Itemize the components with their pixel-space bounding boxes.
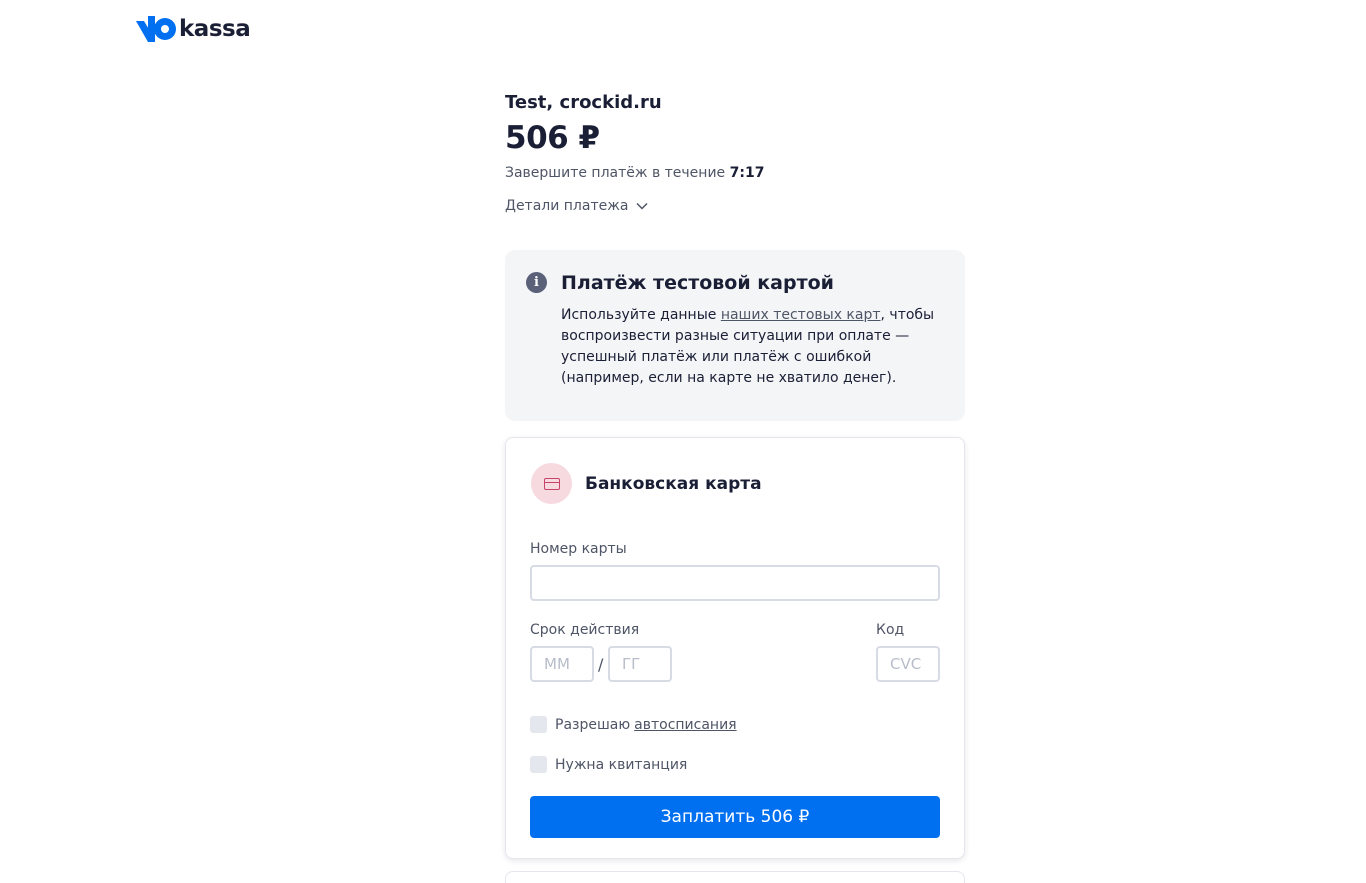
notice-body: Используйте данные наших тестовых карт, …: [561, 305, 951, 389]
cvc-label: Код: [876, 622, 905, 638]
payment-details-toggle[interactable]: Детали платежа: [505, 198, 648, 214]
receipt-checkbox-row[interactable]: Нужна квитанция: [530, 756, 687, 773]
expiry-separator: /: [598, 655, 604, 674]
notice-title: Платёж тестовой картой: [561, 272, 834, 294]
cvc-input[interactable]: [876, 646, 940, 682]
payment-amount: 506 ₽: [505, 120, 600, 156]
merchant-name: Test, crockid.ru: [505, 92, 662, 113]
pay-button[interactable]: Заплатить 506 ₽: [530, 796, 940, 838]
autopay-checkbox-row[interactable]: Разрешаю автосписания: [530, 716, 737, 733]
payment-timer: Завершите платёж в течение 7:17: [505, 165, 764, 181]
receipt-checkbox[interactable]: [530, 756, 547, 773]
test-cards-link[interactable]: наших тестовых карт: [721, 307, 881, 323]
chevron-down-icon: [636, 202, 648, 210]
autopay-label: Разрешаю: [555, 716, 631, 733]
payment-details-label: Детали платежа: [505, 198, 629, 214]
notice-text-start: Используйте данные: [561, 307, 721, 323]
card-number-input[interactable]: [530, 565, 940, 601]
receipt-label: Нужна квитанция: [555, 756, 688, 773]
credit-card-icon: [543, 477, 560, 490]
payment-method-icon: [531, 463, 572, 504]
expiry-year-input[interactable]: [608, 646, 672, 682]
expiry-month-input[interactable]: [530, 646, 594, 682]
card-number-label: Номер карты: [530, 541, 627, 557]
timer-value: 7:17: [729, 165, 765, 181]
logo: kassa: [136, 16, 251, 42]
expiry-label: Срок действия: [530, 622, 640, 638]
yoomoney-logo-icon: [136, 16, 176, 42]
autopay-link[interactable]: автосписания: [634, 717, 736, 733]
timer-prefix: Завершите платёж в течение: [505, 165, 726, 181]
logo-text: kassa: [179, 16, 251, 42]
test-card-notice: i Платёж тестовой картой Используйте дан…: [505, 250, 965, 421]
payment-method-title: Банковская карта: [585, 474, 762, 494]
next-payment-method-card[interactable]: [505, 871, 965, 883]
bank-card-form: Банковская карта Номер карты Срок действ…: [505, 437, 965, 859]
autopay-checkbox[interactable]: [530, 716, 547, 733]
info-icon: i: [526, 272, 547, 293]
